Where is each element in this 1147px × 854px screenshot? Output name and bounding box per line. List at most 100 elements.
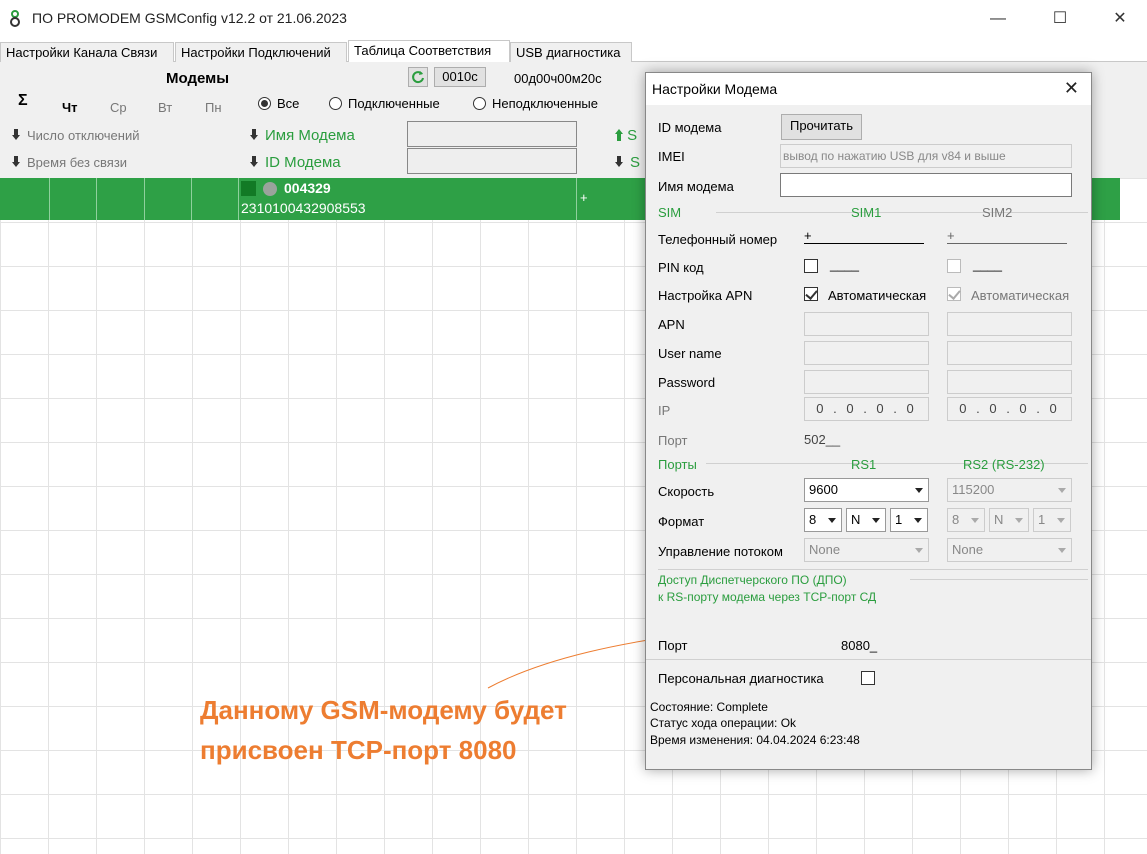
modem-name-column-label: Имя Модема [265,127,355,144]
sort-s-column-1[interactable]: S [615,127,637,144]
tab-channel-settings[interactable]: Настройки Канала Связи [0,42,174,62]
databits-rs2-value: 8 [952,512,960,527]
modem-name-filter-input[interactable] [407,121,577,147]
close-window-button[interactable]: ✕ [1097,6,1143,32]
chevron-down-icon [1057,518,1065,523]
day-wed-column[interactable]: Ср [110,100,127,115]
tcp-port-value[interactable]: 8080_ [841,638,877,653]
filter-all-label: Все [277,96,300,111]
username-sim2-field[interactable] [947,341,1072,365]
password-sim2-field[interactable] [947,370,1072,394]
parity-rs1-value: N [851,512,861,527]
filter-all-radio[interactable]: Все [258,96,299,111]
sort-modem-id[interactable]: ID Модема [250,154,341,171]
window-title: ПО PROMODEM GSMConfig v12.2 от 21.06.202… [32,10,347,26]
personal-diag-label: Персональная диагностика [658,671,824,686]
dialog-close-button[interactable]: ✕ [1064,78,1079,99]
port-value[interactable]: 502__ [804,432,840,447]
parity-rs1-select[interactable]: N [846,508,886,532]
apn-label: APN [658,317,685,332]
sort-down-icon [250,156,258,168]
chevron-down-icon [872,518,880,523]
chevron-down-icon [915,548,923,553]
table-cell-modem: 004329 2310100432908553 [239,178,577,220]
sort-s-column-2[interactable]: S [615,154,640,171]
sort-down-icon [250,129,258,141]
username-label: User name [658,346,722,361]
password-label: Password [658,375,716,390]
minimize-button[interactable]: — [975,6,1021,32]
ip-sim1-field[interactable]: 0 . 0 . 0 . 0 [804,397,929,421]
interval-button[interactable]: 0010с [434,67,486,87]
row-modem-id: 2310100432908553 [241,200,366,216]
pin-sim2-checkbox[interactable] [947,259,961,273]
tcp-port-label: Порт [658,638,688,653]
refresh-button[interactable] [408,67,428,87]
radio-connected-indicator [329,97,342,110]
pin-sim2-value[interactable]: ____ [973,257,1002,272]
imei-field[interactable]: вывод по нажатию USB для v84 и выше [780,144,1072,168]
flow-control-label: Управление потоком [658,544,783,559]
sort-modem-name[interactable]: Имя Модема [250,127,355,144]
stopbits-rs1-select[interactable]: 1 [890,508,928,532]
apn-sim1-field[interactable] [804,312,929,336]
personal-diag-checkbox[interactable] [861,671,875,685]
filter-connected-radio[interactable]: Подключенные [329,96,440,111]
rs1-header: RS1 [851,457,877,472]
status-state: Состояние: Complete [650,700,768,714]
speed-rs1-select[interactable]: 9600 [804,478,929,502]
phone-sim2-field[interactable]: + [947,228,1067,244]
modem-id-filter-input[interactable] [407,148,577,174]
filter-disconnected-radio[interactable]: Неподключенные [473,96,598,111]
read-button[interactable]: Прочитать [781,114,862,140]
sim-section-label: SIM [658,205,682,220]
refresh-icon [412,71,424,84]
chevron-down-icon [1058,548,1066,553]
flow-rs2-select[interactable]: None [947,538,1072,562]
apn-auto-sim1-checkbox[interactable] [804,287,818,301]
day-mon-column[interactable]: Пн [205,100,222,115]
divider [910,579,1088,580]
tab-correspondence-table[interactable]: Таблица Соответствия [348,40,510,63]
pin-label: PIN код [658,260,704,275]
sigma-column-button[interactable]: Σ [18,92,28,110]
app-logo-icon [10,10,20,27]
row-plus: + [580,190,588,205]
tab-usb-diagnostics[interactable]: USB диагностика [510,42,632,62]
divider [716,212,1088,213]
apn-sim2-field[interactable] [947,312,1072,336]
databits-rs2-select[interactable]: 8 [947,508,985,532]
status-operation: Статус хода операции: Ok [650,716,797,730]
modem-name-field[interactable] [780,173,1072,197]
day-tue-column[interactable]: Вт [158,100,172,115]
apn-auto-sim2-label: Автоматическая [971,288,1070,303]
dialog-title: Настройки Модема [652,81,778,97]
databits-rs1-value: 8 [809,512,817,527]
maximize-button[interactable]: ☐ [1037,6,1083,32]
apn-auto-sim2-checkbox[interactable] [947,287,961,301]
table-cell [192,178,239,220]
port-label: Порт [658,433,688,448]
flow-rs1-select[interactable]: None [804,538,929,562]
stopbits-rs2-select[interactable]: 1 [1033,508,1071,532]
sort-no-link[interactable]: Время без связи [12,155,127,170]
speed-rs2-select[interactable]: 115200 [947,478,1072,502]
username-sim1-field[interactable] [804,341,929,365]
pin-sim1-value[interactable]: ____ [830,257,859,272]
ip-sim2-field[interactable]: 0 . 0 . 0 . 0 [947,397,1072,421]
divider [646,659,1091,660]
password-sim1-field[interactable] [804,370,929,394]
status-dot-icon [263,182,277,196]
parity-rs2-select[interactable]: N [989,508,1029,532]
phone-sim1-field[interactable]: + [804,228,924,244]
modems-heading: Модемы [166,70,230,87]
pin-sim1-checkbox[interactable] [804,259,818,273]
databits-rs1-select[interactable]: 8 [804,508,842,532]
ip-label: IP [658,403,671,418]
day-thu-column[interactable]: Чт [62,100,78,115]
s-column-label-1: S [627,127,638,144]
filter-connected-label: Подключенные [348,96,440,111]
sort-disconnects[interactable]: Число отключений [12,128,140,143]
sort-down-icon [615,156,623,168]
tab-connection-settings[interactable]: Настройки Подключений [175,42,347,62]
